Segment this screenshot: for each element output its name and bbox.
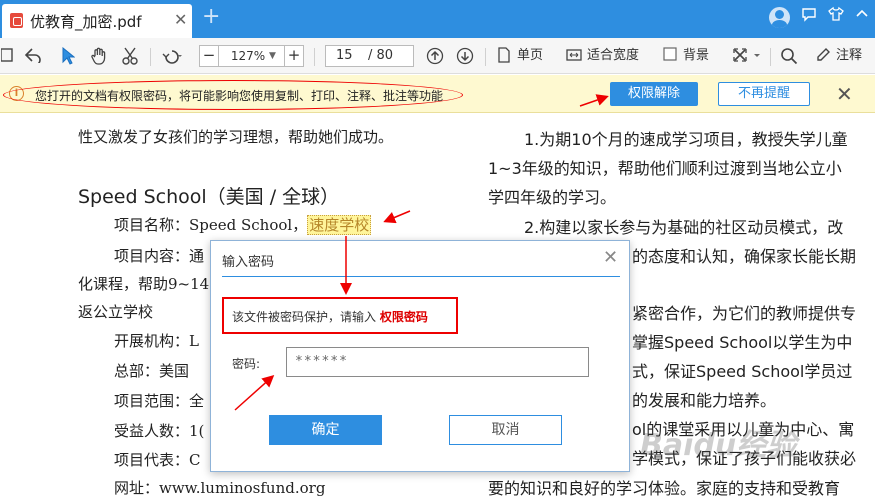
annotate-button[interactable]: 注释 <box>836 46 862 66</box>
hand-tool-icon[interactable] <box>88 44 110 68</box>
comment-icon[interactable] <box>798 6 820 28</box>
next-page-icon[interactable] <box>453 44 477 68</box>
doc-line: 项目范围：全 <box>114 392 205 410</box>
tab-title: 优教育_加密.pdf <box>30 13 142 31</box>
shirt-skin-icon[interactable] <box>825 6 847 28</box>
permission-notice-bar: i 您打开的文档有权限密码，将可能影响您使用复制、打印、注释、批注等功能 权限解… <box>0 75 875 113</box>
doc-line: 式，保证Speed School学员过 <box>632 362 853 381</box>
total-pages: / 80 <box>368 48 394 63</box>
cancel-button[interactable]: 取消 <box>449 415 562 445</box>
background-checkbox[interactable] <box>662 44 678 68</box>
toolbar: − 127% ▼ + 15 / 80 单页 适合宽度 背景 注释 <box>0 38 875 74</box>
tab-close-icon[interactable]: ✕ <box>174 10 187 29</box>
password-dialog: 输入密码 ✕ 该文件被密码保护，请输入 权限密码 密码: ****** 确定 取… <box>210 240 630 472</box>
save-icon[interactable] <box>0 44 14 68</box>
remove-permission-button[interactable]: 权限解除 <box>610 82 698 106</box>
doc-line: 2.构建以家长参与为基础的社区动员模式，改 <box>524 218 844 237</box>
undo-icon[interactable] <box>22 44 44 68</box>
section-heading: Speed School（美国 / 全球） <box>78 186 340 208</box>
fit-width-icon[interactable] <box>565 44 583 68</box>
new-tab-button[interactable]: + <box>202 5 220 29</box>
zoom-in-button[interactable]: + <box>284 46 303 66</box>
zoom-out-button[interactable]: − <box>200 46 219 66</box>
single-page-button[interactable]: 单页 <box>517 46 543 66</box>
background-button[interactable]: 背景 <box>683 46 709 66</box>
permission-password-text: 权限密码 <box>379 310 428 324</box>
zoom-level[interactable]: 127% <box>221 46 275 66</box>
doc-line: 网址：www.luminosfund.org <box>114 479 326 497</box>
title-bar: 优教育_加密.pdf ✕ + <box>0 0 875 38</box>
fullscreen-icon[interactable] <box>730 44 764 68</box>
select-cursor-icon[interactable] <box>58 44 78 68</box>
highlighted-text: 速度学校 <box>307 215 372 235</box>
doc-line: 紧密合作，为它们的教师提供专 <box>632 304 857 323</box>
doc-line: 要的知识和良好的学习体验。家庭的支持和受教育 <box>488 479 841 498</box>
doc-line: 总部：美国 <box>114 362 190 380</box>
doc-line: 的发展和能力培养。 <box>632 391 777 410</box>
doc-line: 项目内容：通 <box>114 247 205 265</box>
collapse-icon[interactable] <box>851 6 873 28</box>
doc-line: 掌握Speed School以学生为中 <box>632 333 853 352</box>
page-number-field[interactable]: 15 / 80 <box>325 45 414 67</box>
pdf-file-icon <box>10 13 23 28</box>
dialog-message: 该文件被密码保护，请输入 权限密码 <box>232 310 428 324</box>
dialog-divider <box>222 276 620 277</box>
search-icon[interactable] <box>778 44 800 68</box>
zoom-dropdown-icon[interactable]: ▼ <box>269 46 276 66</box>
password-label: 密码: <box>232 357 261 371</box>
highlight-ellipse <box>3 80 463 110</box>
scissors-icon[interactable] <box>118 44 144 68</box>
rotate-icon[interactable] <box>156 44 186 68</box>
close-notice-icon[interactable]: ✕ <box>836 83 853 105</box>
doc-line: 项目名称：Speed School， 速度学校 <box>114 215 372 235</box>
doc-line: 的态度和认知，确保家长能长期 <box>632 247 857 266</box>
dialog-close-icon[interactable]: ✕ <box>603 247 618 268</box>
doc-line: 1~3年级的知识，帮助他们顺利过渡到当地公立小 <box>488 159 842 178</box>
doc-line: 学四年级的学习。 <box>488 188 617 207</box>
watermark: Baidu经验 <box>640 428 797 463</box>
previous-page-icon[interactable] <box>423 44 447 68</box>
doc-line: 返公立学校 <box>78 303 154 321</box>
doc-line: 化课程，帮助9~14 <box>78 275 210 293</box>
password-input[interactable]: ****** <box>286 347 589 377</box>
fit-width-button[interactable]: 适合宽度 <box>587 46 639 66</box>
ok-button[interactable]: 确定 <box>269 415 382 445</box>
doc-line: 受益人数：1( <box>114 422 205 440</box>
single-page-icon[interactable] <box>496 44 512 68</box>
doc-line: 开展机构：L <box>114 332 199 350</box>
doc-line: 1.为期10个月的速成学习项目，教授失学儿童 <box>524 130 848 149</box>
zoom-control: − 127% ▼ + <box>199 45 304 67</box>
annotate-icon[interactable] <box>814 44 832 68</box>
document-tab[interactable]: 优教育_加密.pdf ✕ <box>2 4 192 38</box>
doc-line: 性又激发了女孩们的学习理想，帮助她们成功。 <box>78 128 394 146</box>
dialog-title: 输入密码 <box>222 255 275 270</box>
dont-remind-button[interactable]: 不再提醒 <box>718 82 810 106</box>
doc-line: 项目代表：C <box>114 451 201 469</box>
current-page[interactable]: 15 <box>336 46 353 66</box>
user-avatar-icon[interactable] <box>769 7 790 28</box>
